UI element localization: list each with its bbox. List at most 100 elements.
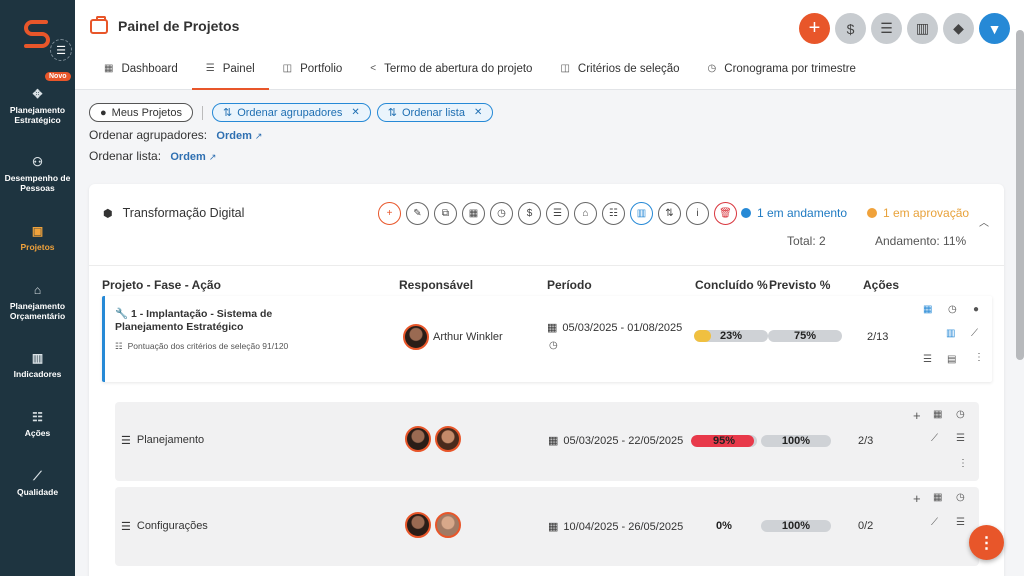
sort-icon: ⇅ <box>387 107 397 119</box>
responsible-name: Arthur Winkler <box>433 331 503 343</box>
books-icon[interactable]: ▥ <box>630 202 653 225</box>
avatar[interactable] <box>403 324 429 350</box>
sort-icon[interactable]: ⇅ <box>658 202 681 225</box>
close-icon[interactable]: ✕ <box>474 107 482 118</box>
add-icon[interactable]: + <box>913 408 921 423</box>
tab-criterios[interactable]: ◫ Critérios de seleção <box>546 52 693 90</box>
actions-count[interactable]: 2/13 <box>867 331 888 343</box>
list-icon[interactable]: ☰ <box>956 433 965 444</box>
tag-icon[interactable]: ◆ <box>943 13 974 44</box>
list-icon[interactable]: ☰ <box>923 354 932 365</box>
more-vertical-icon[interactable]: ⋮ <box>974 352 984 363</box>
project-title[interactable]: 🔧 1 - Implantação - Sistema de Planejame… <box>115 308 295 334</box>
close-icon[interactable]: ✕ <box>351 107 359 118</box>
phase-row[interactable]: ☰ Planejamento ▦ 05/03/2025 - 22/05/2025 9… <box>115 402 979 481</box>
dollar-icon[interactable]: $ <box>518 202 541 225</box>
add-button[interactable]: + <box>799 13 830 44</box>
filter-icon[interactable]: ▼ <box>979 13 1010 44</box>
actions-count[interactable]: 2/3 <box>858 435 873 447</box>
edit-icon[interactable]: ✎ <box>406 202 429 225</box>
sidebar-item-planejamento-estrategico[interactable]: ✥ Planejamento Estratégico <box>0 87 75 125</box>
clock-icon[interactable]: ◷ <box>948 304 957 315</box>
checklist-icon[interactable]: ☷ <box>602 202 625 225</box>
status-dot <box>867 208 877 218</box>
chip-label: Ordenar agrupadores <box>237 106 343 119</box>
avatar[interactable] <box>435 512 461 538</box>
actions-count[interactable]: 0/2 <box>858 520 873 532</box>
clock-icon[interactable]: ◷ <box>956 409 965 420</box>
tab-bar: ▦ Dashboard ☰ Painel ◫ Portfolio < Termo de … <box>90 52 870 90</box>
sidebar-item-projetos[interactable]: ▣ Projetos <box>0 224 75 252</box>
tab-cronograma[interactable]: ◷ Cronograma por trimestre <box>694 52 870 90</box>
sidebar-item-indicadores[interactable]: ▥ Indicadores <box>0 351 75 379</box>
copy-icon[interactable]: ⧉ <box>434 202 457 225</box>
sidebar-item-acoes[interactable]: ☷ Ações <box>0 410 75 438</box>
column-header-actions: Ações <box>863 278 900 292</box>
new-badge: Novo <box>45 72 71 81</box>
tab-termo-abertura[interactable]: < Termo de abertura do projeto <box>356 52 546 90</box>
avatar[interactable] <box>405 512 431 538</box>
sidebar-item-qualidade[interactable]: ⟋ Qualidade <box>0 469 75 497</box>
page-title: Painel de Projetos <box>118 18 240 34</box>
phase-label: Planejamento <box>136 434 205 446</box>
more-vertical-icon[interactable]: ⋮ <box>958 458 968 469</box>
tab-painel[interactable]: ☰ Painel <box>191 52 269 90</box>
scrollbar[interactable] <box>1016 30 1024 360</box>
chevron-up-icon[interactable]: ︿ <box>979 214 989 229</box>
sidebar-item-planejamento-orcamentario[interactable]: ⌂ Planejamento Orçamentário <box>0 283 75 321</box>
phase-name[interactable]: ☰ Configurações <box>121 520 208 533</box>
tab-dashboard[interactable]: ▦ Dashboard <box>90 52 192 90</box>
column-header-planned: Previsto % <box>769 278 831 292</box>
kanban-icon[interactable]: ▤ <box>947 354 956 365</box>
sort-list-chip[interactable]: ⇅ Ordenar lista ✕ <box>376 103 494 122</box>
books-icon[interactable]: ▥ <box>907 13 938 44</box>
menu-toggle-icon[interactable]: ☰ <box>50 39 72 61</box>
trash-icon[interactable]: 🗑 <box>714 202 737 225</box>
external-link-icon[interactable]: ↗ <box>209 152 217 162</box>
books-icon[interactable]: ▥ <box>946 328 955 339</box>
avatar[interactable] <box>405 426 431 452</box>
info-icon[interactable]: i <box>686 202 709 225</box>
sort-groups-chip[interactable]: ⇅ Ordenar agrupadores ✕ <box>211 103 371 122</box>
line-chart-icon[interactable]: ⟋ <box>931 433 938 444</box>
tab-label: Dashboard <box>121 63 178 75</box>
avatar[interactable] <box>435 426 461 452</box>
project-row[interactable]: 🔧 1 - Implantação - Sistema de Planejame… <box>102 296 992 382</box>
list-icon[interactable]: ☰ <box>956 517 965 528</box>
phase-responsibles <box>405 426 461 452</box>
planned-label: 100% <box>781 520 811 532</box>
calendar-icon[interactable]: ▦ <box>923 304 932 315</box>
dollar-icon[interactable]: $ <box>835 13 866 44</box>
chat-icon[interactable]: ● <box>973 304 979 315</box>
sidebar-item-desempenho-pessoas[interactable]: ⚇ Desempenho de Pessoas <box>0 155 75 193</box>
add-icon[interactable]: + <box>378 202 401 225</box>
list-icon[interactable]: ☰ <box>546 202 569 225</box>
add-icon[interactable]: + <box>913 491 921 506</box>
tab-label: Portfolio <box>300 63 343 75</box>
clock-icon[interactable]: ◷ <box>956 492 965 503</box>
clock-icon: ◷ <box>707 63 717 74</box>
line-chart-icon[interactable]: ⟋ <box>971 328 978 339</box>
calendar-icon[interactable]: ▦ <box>462 202 485 225</box>
clock-icon[interactable]: ◷ <box>490 202 513 225</box>
group-action-icons: + ✎ ⧉ ▦ ◷ $ ☰ ⌂ ☷ ▥ ⇅ i 🗑 <box>378 202 737 225</box>
phase-row[interactable]: ☰ Configurações ▦ 10/04/2025 - 26/05/2025 … <box>115 487 979 566</box>
more-actions-fab[interactable]: ⋮ <box>969 525 1004 560</box>
clock-icon[interactable]: ◷ <box>549 340 558 351</box>
sort-groups-value[interactable]: Ordem <box>216 130 251 142</box>
line-chart-icon[interactable]: ⟋ <box>931 517 938 528</box>
my-projects-chip[interactable]: ● Meus Projetos <box>89 103 193 122</box>
external-link-icon[interactable]: ↗ <box>255 131 263 141</box>
logo-icon[interactable] <box>20 16 54 50</box>
bank-icon[interactable]: ⌂ <box>574 202 597 225</box>
project-title-text: 1 - Implantação - Sistema de Planejament… <box>115 308 273 333</box>
period-text: 05/03/2025 - 22/05/2025 <box>563 434 684 447</box>
done-label: 23% <box>719 330 743 342</box>
sort-list-value[interactable]: Ordem <box>170 151 205 163</box>
calendar-icon[interactable]: ▦ <box>933 409 942 420</box>
page-header: Painel de Projetos + $ ☰ ▥ ◆ ▼ ▦ Dashboar… <box>75 0 1024 90</box>
calendar-icon[interactable]: ▦ <box>933 492 942 503</box>
tab-portfolio[interactable]: ◫ Portfolio <box>269 52 357 90</box>
phase-name[interactable]: ☰ Planejamento <box>121 434 204 447</box>
checklist-icon[interactable]: ☰ <box>871 13 902 44</box>
